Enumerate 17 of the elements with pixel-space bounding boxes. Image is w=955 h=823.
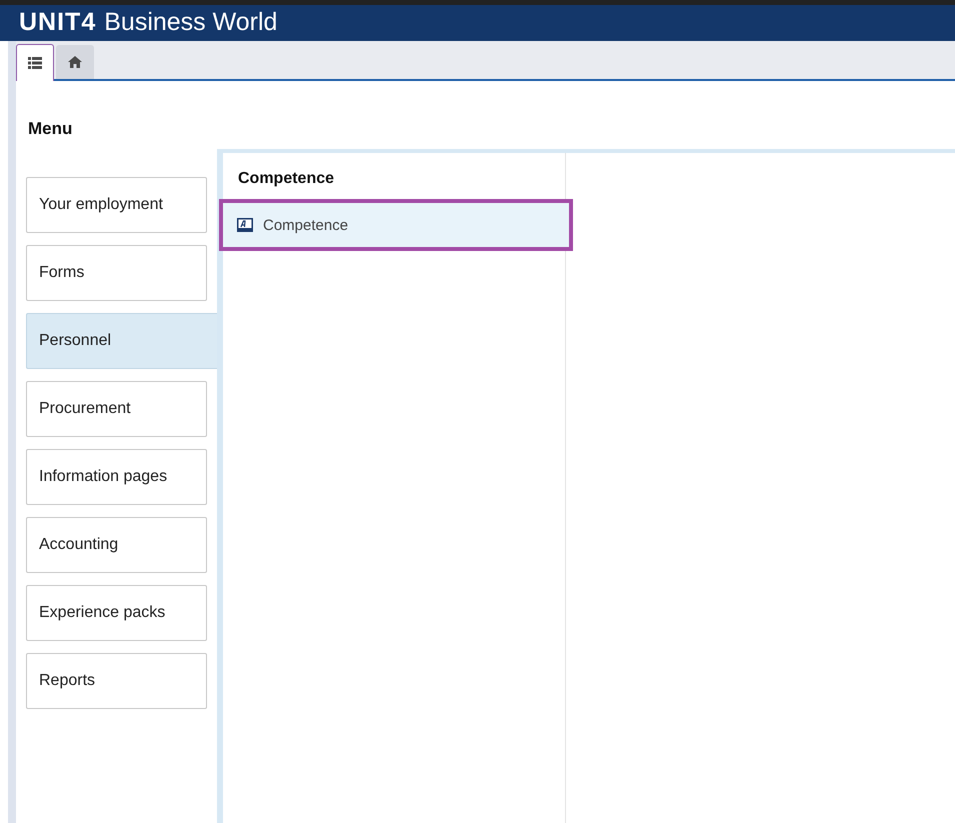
menu-item[interactable]: Forms bbox=[26, 245, 207, 301]
list-icon bbox=[28, 57, 42, 69]
menu-tab[interactable] bbox=[16, 44, 54, 81]
menu-title: Menu bbox=[28, 119, 74, 139]
menu-item[interactable]: Procurement bbox=[26, 381, 207, 437]
home-tab[interactable] bbox=[56, 45, 94, 79]
home-icon bbox=[68, 56, 82, 68]
logo: UNIT4 bbox=[19, 8, 96, 38]
menu-item[interactable]: Experience packs bbox=[26, 585, 207, 641]
column-heading: Competence bbox=[237, 169, 336, 189]
submenu-item[interactable]: Competence bbox=[219, 199, 573, 251]
menu-item[interactable]: Information pages bbox=[26, 449, 207, 505]
menu-item[interactable]: Your employment bbox=[26, 177, 207, 233]
menu-item[interactable]: Reports bbox=[26, 653, 207, 709]
menu-item[interactable]: Accounting bbox=[26, 517, 207, 573]
app-title: Business World bbox=[104, 8, 278, 38]
form-icon bbox=[237, 218, 253, 232]
